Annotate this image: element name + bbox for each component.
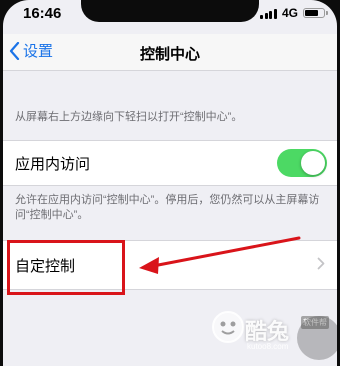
battery-level (305, 10, 318, 16)
toggle-knob (301, 151, 325, 175)
annotation-highlight-box (7, 240, 125, 295)
notch (81, 0, 259, 22)
watermark: 酷兔 软件帮 kutoo8.com (212, 304, 337, 364)
access-within-apps-row: 应用内访问 (3, 140, 337, 186)
battery-icon (303, 8, 328, 18)
chevron-right-icon (317, 257, 325, 270)
navigation-bar: 设置 控制中心 (3, 34, 337, 71)
watermark-url: kutoo8.com (247, 342, 289, 351)
network-type: 4G (281, 6, 298, 20)
watermark-circle-icon (297, 316, 337, 360)
watermark-logo-icon (212, 311, 244, 343)
access-within-apps-toggle[interactable] (277, 149, 327, 177)
signal-icon (260, 8, 277, 19)
status-bar: 16:46 4G (3, 0, 337, 28)
status-icons: 4G (260, 6, 328, 20)
access-within-apps-label: 应用内访问 (15, 156, 91, 173)
page-title: 控制中心 (139, 46, 200, 63)
access-description: 允许在应用内访问“控制中心”。停用后，您仍然可以从主屏幕访问“控制中心”。 (15, 194, 320, 221)
phone-screen: 16:46 4G 设置 控制中心 从屏幕右上方边缘向下轻扫以打开“控制中心”。 … (3, 0, 337, 366)
swipe-description: 从屏幕右上方边缘向下轻扫以打开“控制中心”。 (15, 111, 243, 123)
status-time: 16:46 (23, 5, 62, 22)
